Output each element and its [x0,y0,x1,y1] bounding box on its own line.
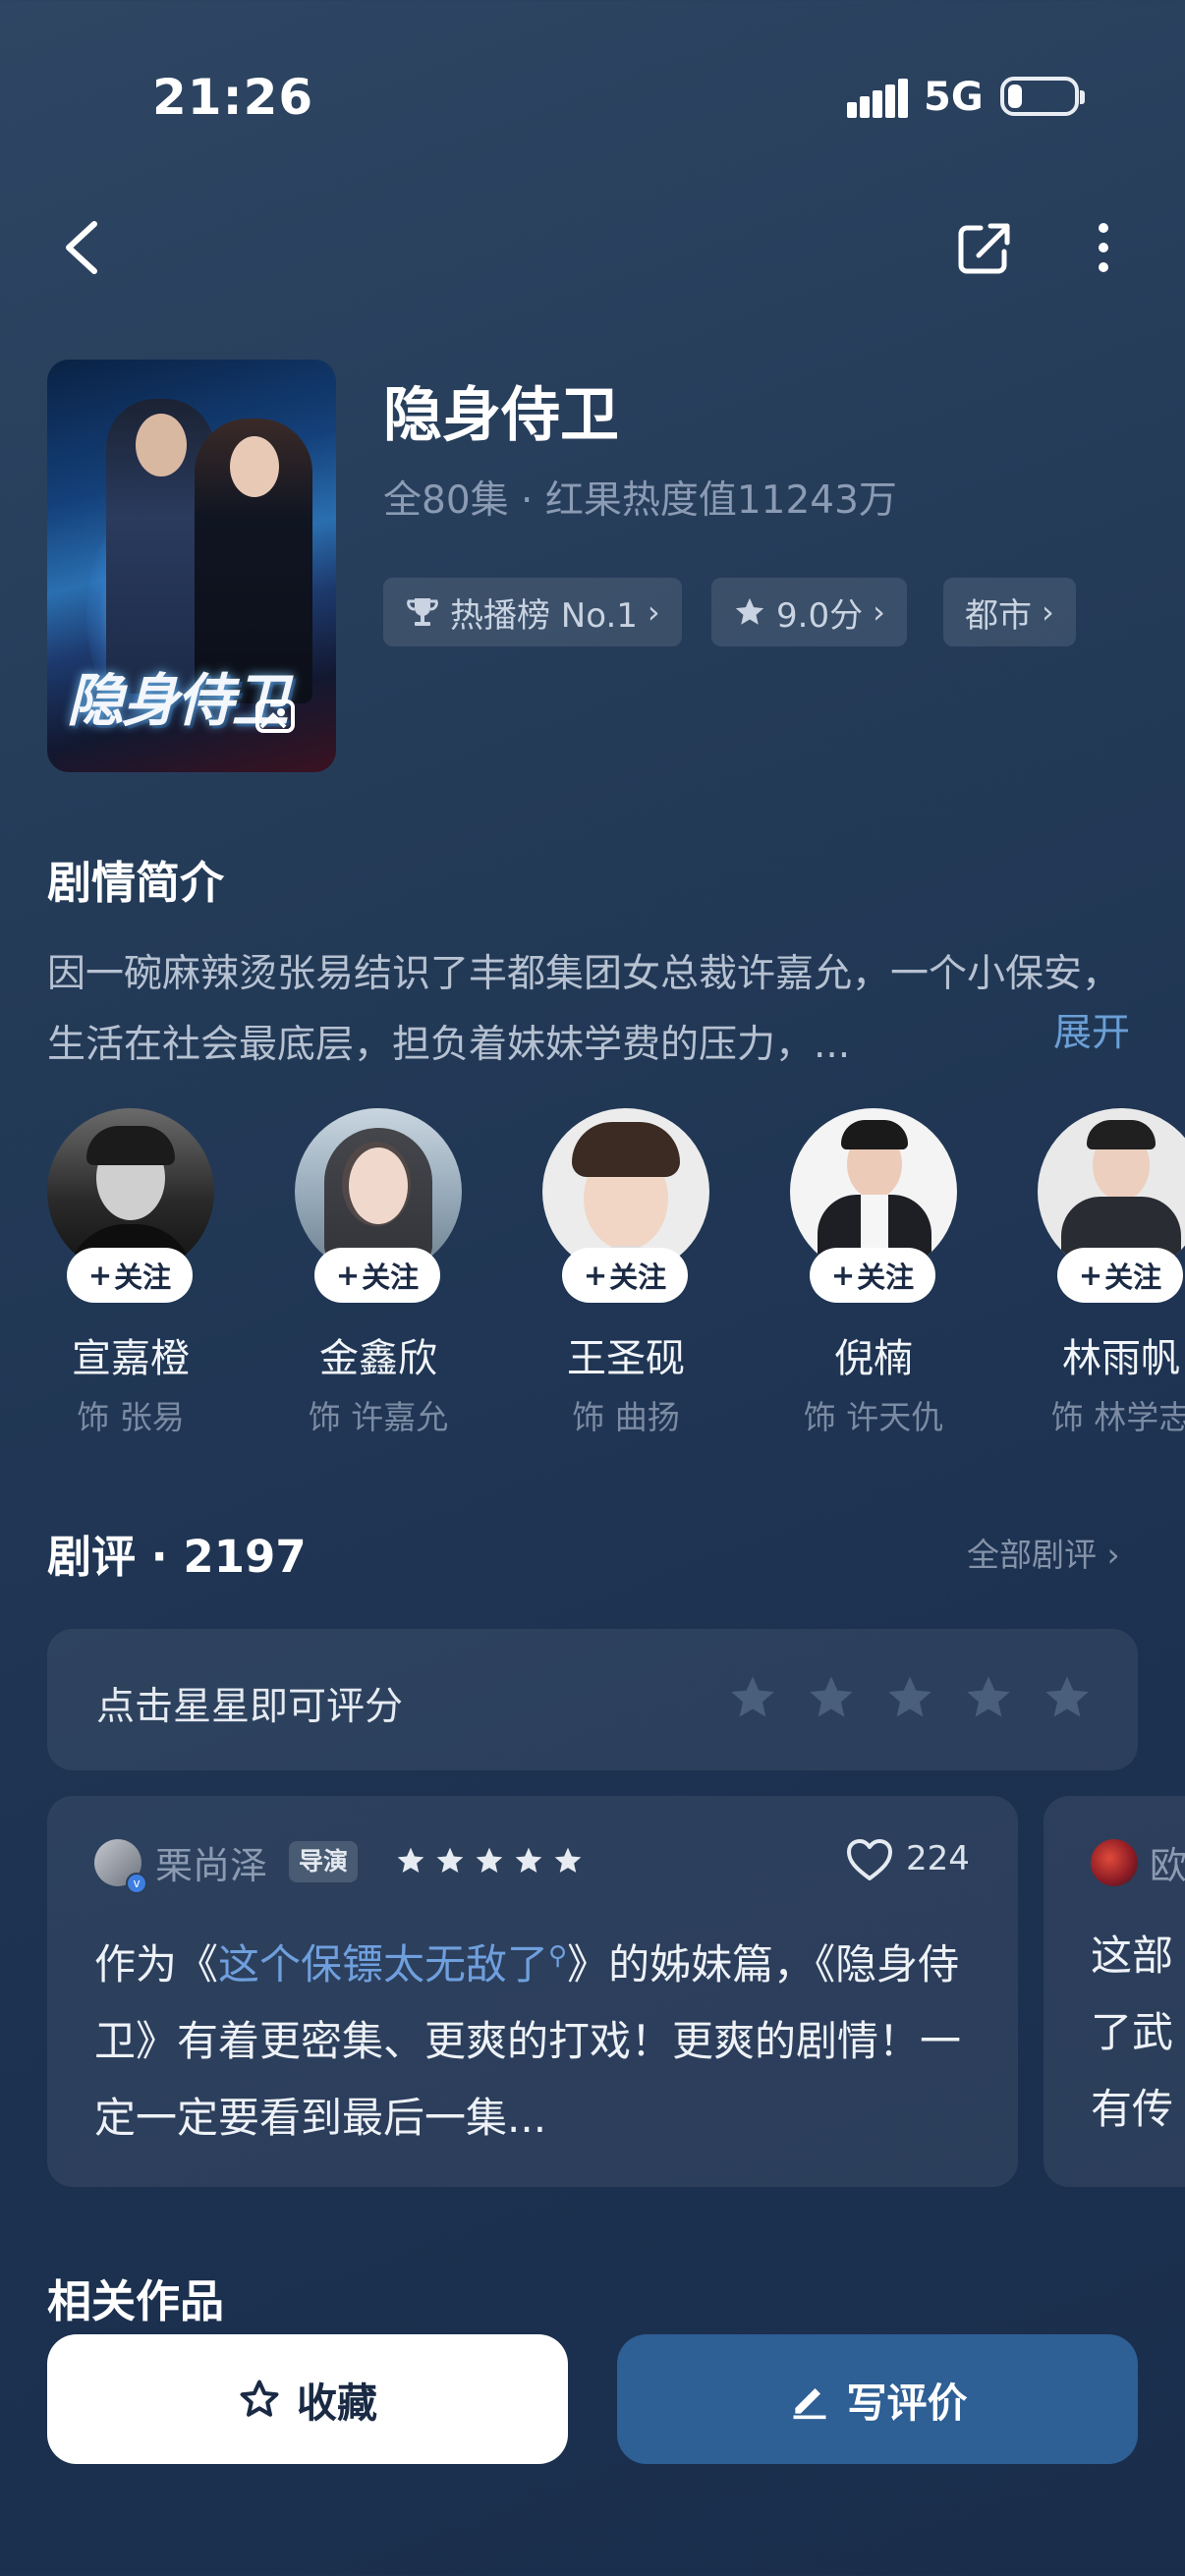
all-reviews-link[interactable]: 全部剧评 › [967,1529,1120,1576]
rank-chip[interactable]: 热播榜 No.1 › [383,578,682,646]
review-author[interactable]: 欧 [1150,1835,1185,1889]
follow-button[interactable]: + 关注 [562,1248,688,1303]
chevron-right-icon: › [1042,593,1054,631]
cast-role: 饰 许嘉允 [308,1398,449,1436]
star-icon [476,1847,503,1873]
more-icon[interactable] [1079,218,1128,277]
reviews-title: 剧评 · 2197 [47,1531,307,1583]
cast-name: 宣嘉橙 [72,1336,190,1381]
star-icon [397,1847,424,1873]
avatar[interactable] [1091,1839,1138,1886]
star-icon[interactable] [727,1672,778,1723]
star-icon [436,1847,464,1873]
drama-title: 隐身侍卫 [383,381,619,450]
follow-button[interactable]: + 关注 [314,1248,440,1303]
verified-icon: v [126,1873,147,1894]
star-icon[interactable] [1042,1672,1093,1723]
cast-role: 饰 张易 [77,1398,185,1436]
rating-chip-label: 9.0分 [776,595,864,636]
follow-button[interactable]: + 关注 [810,1248,935,1303]
follow-button[interactable]: + 关注 [1057,1248,1183,1303]
status-time: 21:26 [152,69,314,126]
star-icon [735,597,764,625]
cast-name: 金鑫欣 [319,1336,437,1381]
expand-link[interactable]: 展开 [1053,1002,1130,1057]
back-icon[interactable] [57,218,110,277]
cast-name: 王圣砚 [567,1336,685,1381]
like-count: 224 [906,1839,970,1878]
star-icon [554,1847,582,1873]
favorite-button[interactable]: 收藏 [47,2334,568,2464]
rating-chip[interactable]: 9.0分 › [711,578,907,646]
follow-button[interactable]: + 关注 [67,1248,193,1303]
plus-icon: + [1078,1259,1103,1292]
drama-meta: 全80集 · 红果热度值11243万 [383,478,897,523]
pen-icon [793,2388,825,2420]
battery-icon [1000,77,1085,116]
genre-chip[interactable]: 都市 › [943,578,1076,646]
star-outline-icon [240,2380,279,2417]
rank-chip-label: 热播榜 No.1 [450,595,638,636]
review-author[interactable]: 栗尚泽 [155,1835,267,1889]
write-review-button[interactable]: 写评价 [617,2334,1138,2464]
cast-name: 倪楠 [834,1336,913,1381]
rate-box[interactable]: 点击星星即可评分 [47,1629,1138,1770]
plus-icon: + [583,1259,608,1292]
heart-icon[interactable] [845,1837,894,1882]
chevron-right-icon: › [873,593,885,631]
role-badge: 导演 [289,1841,359,1882]
synopsis-title: 剧情简介 [47,857,225,909]
link-icon: ⚲ [548,1941,568,1971]
network-label: 5G [924,75,984,120]
trophy-icon [407,598,438,626]
gallery-icon[interactable] [254,696,299,735]
drama-link[interactable]: 这个保镖太无敌了 [218,1940,548,1988]
rate-prompt: 点击星星即可评分 [96,1685,404,1729]
cast-role: 饰 林学志 [1050,1398,1185,1436]
related-title: 相关作品 [47,2275,225,2327]
review-text: 作为《这个保镖太无敌了⚲》的姊妹篇，《隐身侍卫》有着更密集、更爽的打戏！更爽的剧… [94,1940,962,2142]
plus-icon: + [830,1259,856,1292]
review-text: 这部 了武 有传 [1091,1932,1174,2133]
star-icon[interactable] [963,1672,1014,1723]
cast-role: 饰 许天仇 [803,1398,944,1436]
star-icon[interactable] [806,1672,857,1723]
star-icon [515,1847,542,1873]
cast-name: 林雨帆 [1062,1336,1180,1381]
synopsis-text: 因一碗麻辣烫张易结识了丰都集团女总裁许嘉允，一个小保安，生活在社会最底层，担负着… [47,952,1121,1067]
star-icon[interactable] [884,1672,935,1723]
chevron-right-icon: › [647,593,660,631]
genre-chip-label: 都市 [965,595,1032,636]
review-card[interactable]: 欧 这部 了武 有传 [1044,1796,1185,2187]
plus-icon: + [87,1259,113,1292]
share-icon[interactable] [955,218,1014,277]
plus-icon: + [335,1259,361,1292]
signal-icon [847,79,908,118]
cast-role: 饰 曲扬 [572,1398,680,1436]
rating-stars[interactable] [727,1672,1093,1723]
review-rating [395,1845,584,1876]
review-card[interactable]: v 栗尚泽 导演 224 作为《这个保镖太无敌了⚲》的姊妹篇，《隐身侍卫》有着更… [47,1796,1018,2187]
